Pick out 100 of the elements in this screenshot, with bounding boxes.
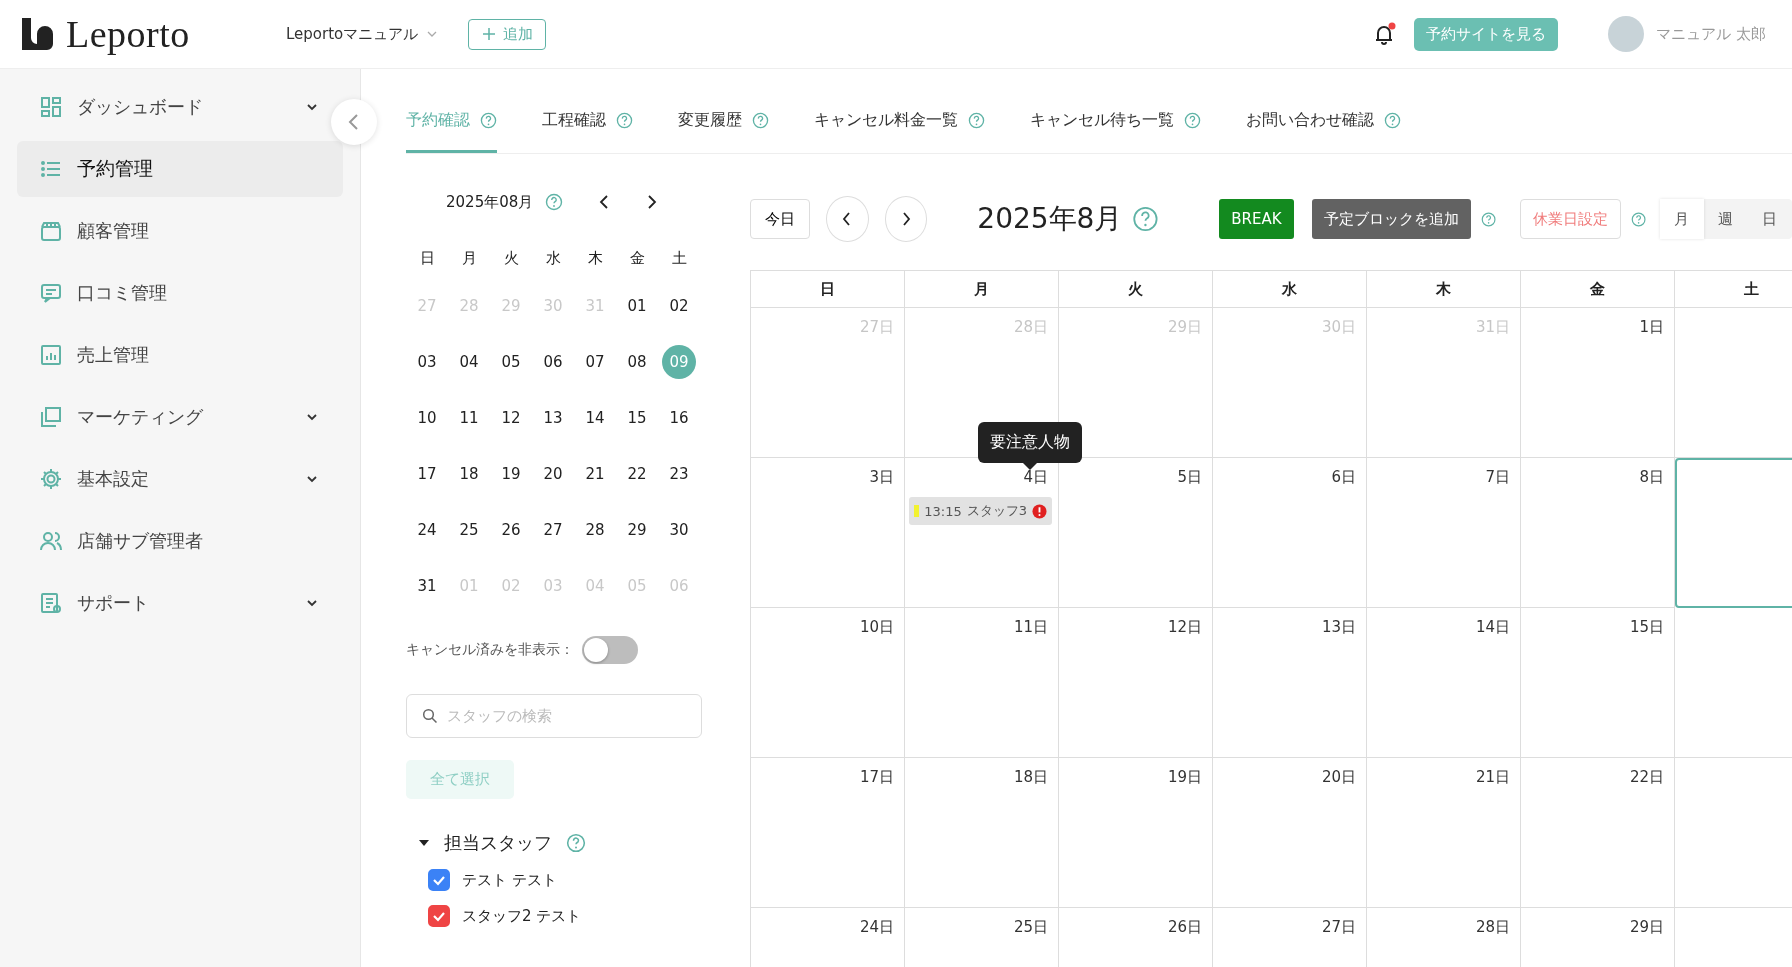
day-number: 27日: [1321, 918, 1356, 937]
day-number: 6日: [1331, 468, 1356, 487]
toggle-label: キャンセル済みを非表示：: [406, 641, 574, 659]
help-icon[interactable]: [1384, 112, 1401, 129]
mini-calendar-day[interactable]: 15: [620, 401, 654, 435]
mini-calendar-day[interactable]: 14: [578, 401, 612, 435]
next-button[interactable]: [884, 196, 928, 242]
event-chip[interactable]: 13:15 スタッフ3: [909, 497, 1052, 525]
tab[interactable]: 変更履歴: [678, 91, 769, 153]
sidebar-item[interactable]: 予約管理: [17, 141, 343, 197]
help-icon[interactable]: [566, 833, 586, 853]
day-number: 12日: [1167, 618, 1202, 637]
mini-calendar-day[interactable]: 25: [452, 513, 486, 547]
mini-calendar-day[interactable]: 30: [662, 513, 696, 547]
help-icon[interactable]: [480, 112, 497, 129]
sidebar-item[interactable]: マーケティング: [17, 389, 343, 445]
day-number: 11日: [1013, 618, 1048, 637]
menu-icon: [39, 591, 63, 615]
tab[interactable]: キャンセル待ち一覧: [1030, 91, 1201, 153]
mini-calendar-day[interactable]: 20: [536, 457, 570, 491]
day-number: 13日: [1321, 618, 1356, 637]
mini-calendar-day[interactable]: 02: [662, 289, 696, 323]
mini-calendar-day[interactable]: 16: [662, 401, 696, 435]
today-cell[interactable]: [1675, 458, 1792, 608]
tab[interactable]: キャンセル料金一覧: [814, 91, 985, 153]
mini-calendar-day[interactable]: 08: [620, 345, 654, 379]
day-number: 15日: [1629, 618, 1664, 637]
menu-icon: [39, 219, 63, 243]
day-number: 8日: [1639, 468, 1664, 487]
user-name: マニュアル 太郎: [1656, 24, 1766, 44]
warning-icon[interactable]: [1032, 503, 1047, 519]
tab[interactable]: 工程確認: [542, 91, 633, 153]
view-tab[interactable]: 週: [1704, 199, 1748, 239]
day-number: 7日: [1485, 468, 1510, 487]
help-icon[interactable]: [1132, 204, 1160, 234]
sidebar-item[interactable]: 口コミ管理: [17, 265, 343, 321]
checkbox[interactable]: [428, 869, 450, 891]
sidebar-item[interactable]: 基本設定: [17, 451, 343, 507]
mini-calendar-day[interactable]: 11: [452, 401, 486, 435]
help-icon[interactable]: [545, 193, 564, 211]
help-icon[interactable]: [968, 112, 985, 129]
collapse-button[interactable]: [331, 99, 377, 145]
sidebar-item[interactable]: 顧客管理: [17, 203, 343, 259]
mini-calendar-day[interactable]: 10: [410, 401, 444, 435]
store-select[interactable]: Leportoマニュアル: [280, 23, 445, 45]
mini-calendar-day[interactable]: 28: [578, 513, 612, 547]
break-button[interactable]: BREAK: [1219, 199, 1294, 239]
today-button[interactable]: 今日: [750, 199, 810, 239]
weekday-label: 日: [418, 248, 436, 269]
help-icon[interactable]: [616, 112, 633, 129]
mini-calendar-day[interactable]: 04: [452, 345, 486, 379]
staff-name: スタッフ2 テスト: [462, 906, 582, 926]
mini-calendar-day[interactable]: 01: [620, 289, 654, 323]
view-tab[interactable]: 日: [1748, 199, 1792, 239]
day-number: 14日: [1475, 618, 1510, 637]
search-icon: [422, 708, 438, 724]
mini-calendar-day[interactable]: 22: [620, 457, 654, 491]
mini-calendar-day[interactable]: 12: [494, 401, 528, 435]
mini-calendar-day[interactable]: 03: [410, 345, 444, 379]
mini-calendar-day[interactable]: 13: [536, 401, 570, 435]
toggle-switch[interactable]: [582, 636, 638, 664]
previous-button[interactable]: [826, 196, 869, 242]
add-block-button[interactable]: 予定ブロックを追加: [1311, 199, 1471, 239]
mini-calendar-day[interactable]: 17: [410, 457, 444, 491]
mini-calendar-day[interactable]: 26: [494, 513, 528, 547]
menu-icon: [39, 405, 63, 429]
weekday-header: 金: [1590, 279, 1605, 299]
help-icon[interactable]: [1630, 210, 1646, 228]
sidebar-item[interactable]: 店舗サブ管理者: [17, 513, 343, 569]
help-icon[interactable]: [1184, 112, 1201, 129]
mini-calendar-day[interactable]: 31: [410, 569, 444, 603]
mini-calendar-day[interactable]: 27: [536, 513, 570, 547]
help-icon[interactable]: [1480, 210, 1496, 228]
weekday-label: 水: [544, 248, 562, 269]
weekday-header: 土: [1744, 279, 1759, 299]
mini-calendar-day[interactable]: 06: [536, 345, 570, 379]
tooltip: 要注意人物: [978, 422, 1082, 470]
mini-calendar-day[interactable]: 21: [578, 457, 612, 491]
mini-calendar-day[interactable]: 29: [620, 513, 654, 547]
event-time: 13:15: [924, 503, 962, 519]
mini-calendar-day[interactable]: 23: [662, 457, 696, 491]
day-number: 4日: [1023, 468, 1048, 487]
search-field[interactable]: スタッフの検索: [406, 694, 702, 738]
mini-calendar-day[interactable]: 24: [410, 513, 444, 547]
mini-calendar-day[interactable]: 19: [494, 457, 528, 491]
mini-calendar-day[interactable]: 07: [578, 345, 612, 379]
avatar[interactable]: [1608, 16, 1645, 52]
sidebar-item[interactable]: サポート: [17, 575, 343, 631]
day-number: 22日: [1629, 768, 1664, 787]
tab[interactable]: お問い合わせ確認: [1246, 91, 1401, 153]
day-number: 19日: [1167, 768, 1202, 787]
chevron-left-icon: [347, 113, 361, 131]
day-number: 1日: [1639, 318, 1664, 337]
help-icon[interactable]: [752, 112, 769, 129]
view-tab[interactable]: 月: [1660, 199, 1704, 239]
mini-calendar-day[interactable]: 18: [452, 457, 486, 491]
menu-icon: [39, 529, 63, 553]
checkbox[interactable]: [428, 905, 450, 927]
sidebar-item[interactable]: 売上管理: [17, 327, 343, 383]
mini-calendar-day[interactable]: 05: [494, 345, 528, 379]
